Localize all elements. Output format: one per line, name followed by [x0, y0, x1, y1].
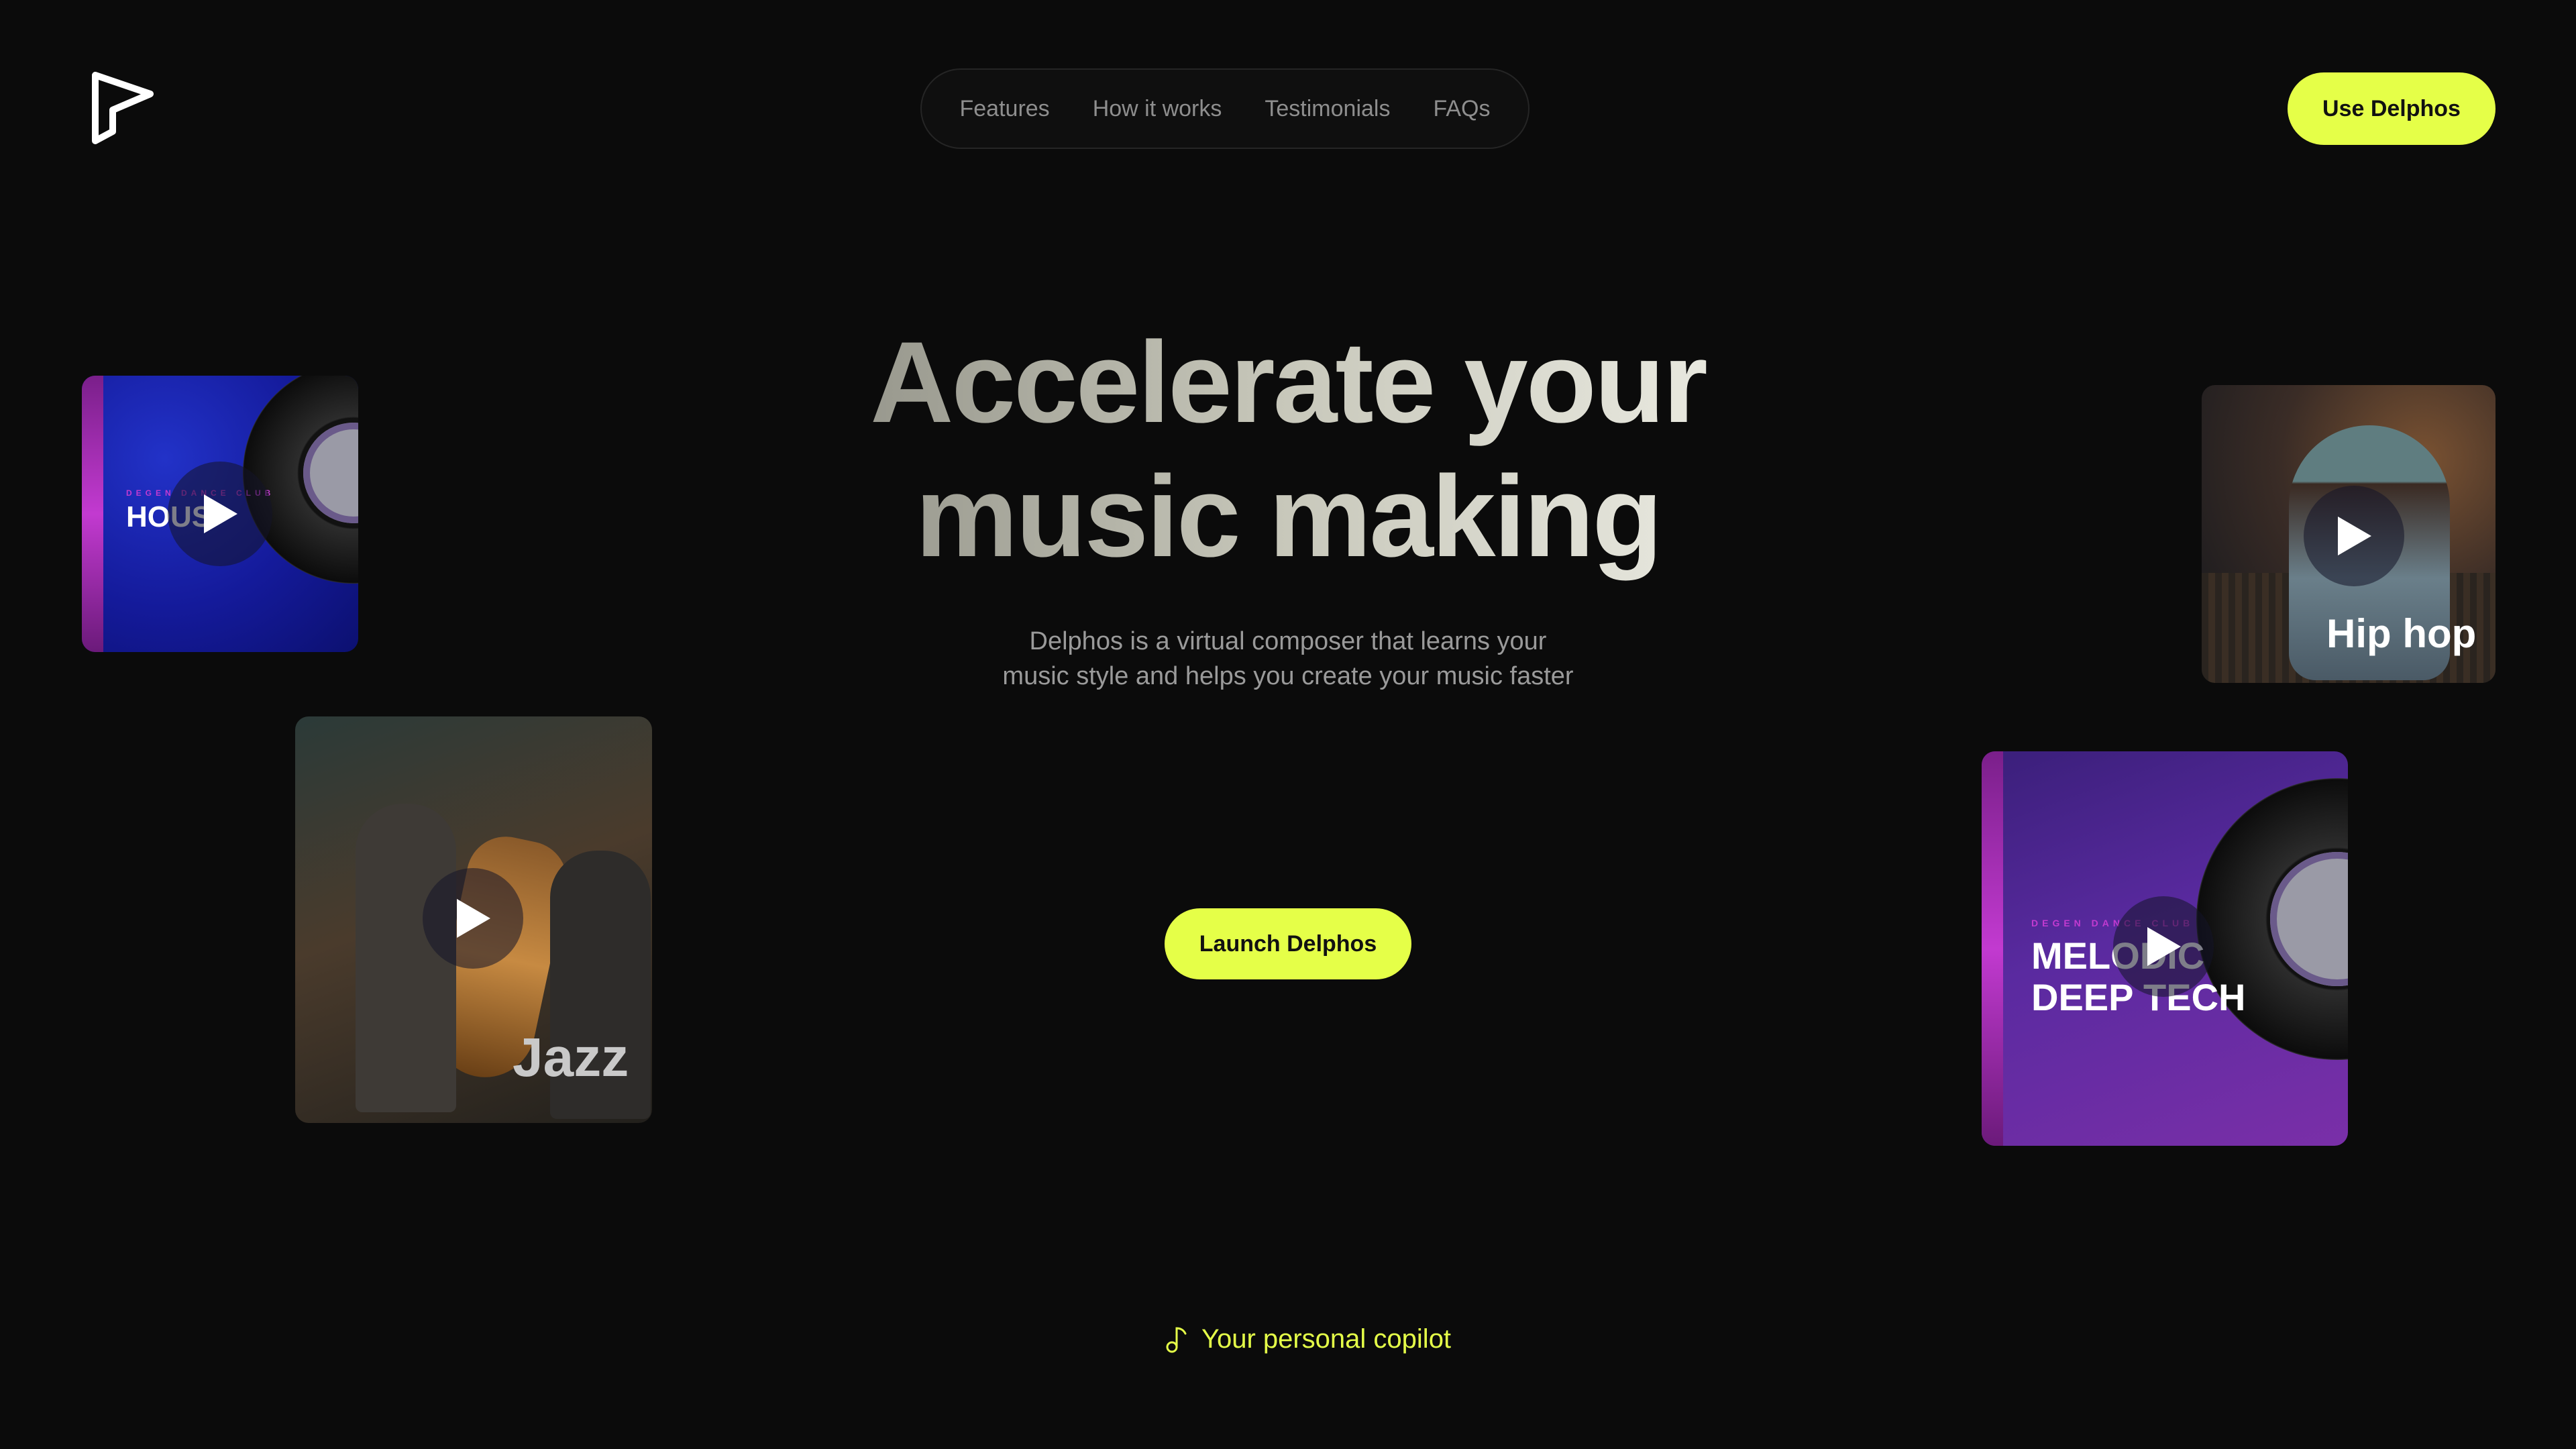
- figure: [356, 804, 456, 1112]
- hero-title: Accelerate your music making: [738, 315, 1838, 584]
- hero-subtitle-line1: Delphos is a virtual composer that learn…: [1029, 627, 1547, 655]
- nav-testimonials[interactable]: Testimonials: [1265, 96, 1390, 122]
- play-button[interactable]: [2113, 896, 2214, 997]
- card-jazz[interactable]: Jazz: [295, 716, 652, 1123]
- hero-title-line1: Accelerate your: [870, 318, 1706, 447]
- hero-subtitle-line2: music style and helps you create your mu…: [1002, 662, 1574, 690]
- card-house[interactable]: DEGEN DANCE CLUB HOUS: [82, 376, 358, 652]
- main-nav: Features How it works Testimonials FAQs: [920, 68, 1529, 149]
- card-melodic-deep-tech[interactable]: DEGEN DANCE CLUB MELODIC DEEP TECH: [1982, 751, 2348, 1146]
- play-button[interactable]: [168, 462, 272, 566]
- play-button[interactable]: [423, 868, 523, 969]
- card-hiphop[interactable]: Hip hop: [2202, 385, 2496, 683]
- hero-subtitle: Delphos is a virtual composer that learn…: [953, 624, 1623, 694]
- play-icon: [204, 494, 237, 533]
- nav-faqs[interactable]: FAQs: [1433, 96, 1490, 122]
- nav-how-it-works[interactable]: How it works: [1093, 96, 1222, 122]
- genre-label-jazz: Jazz: [513, 1027, 629, 1088]
- play-icon: [457, 899, 490, 938]
- launch-delphos-button[interactable]: Launch Delphos: [1165, 908, 1411, 979]
- music-note-icon: [1166, 1327, 1187, 1353]
- album-spine: [1982, 751, 2003, 1146]
- album-spine: [82, 376, 103, 652]
- nav-features[interactable]: Features: [960, 96, 1050, 122]
- play-icon: [2338, 517, 2371, 555]
- logo[interactable]: [86, 70, 160, 146]
- genre-label-hiphop: Hip hop: [2326, 611, 2477, 656]
- play-button[interactable]: [2304, 486, 2404, 586]
- play-icon: [2147, 927, 2181, 966]
- copilot-hint: Your personal copilot: [1140, 1320, 1476, 1358]
- use-delphos-button[interactable]: Use Delphos: [2288, 72, 2496, 145]
- hero-title-line2: music making: [915, 452, 1661, 581]
- copilot-label: Your personal copilot: [1201, 1324, 1452, 1354]
- play-logo-icon: [92, 72, 154, 144]
